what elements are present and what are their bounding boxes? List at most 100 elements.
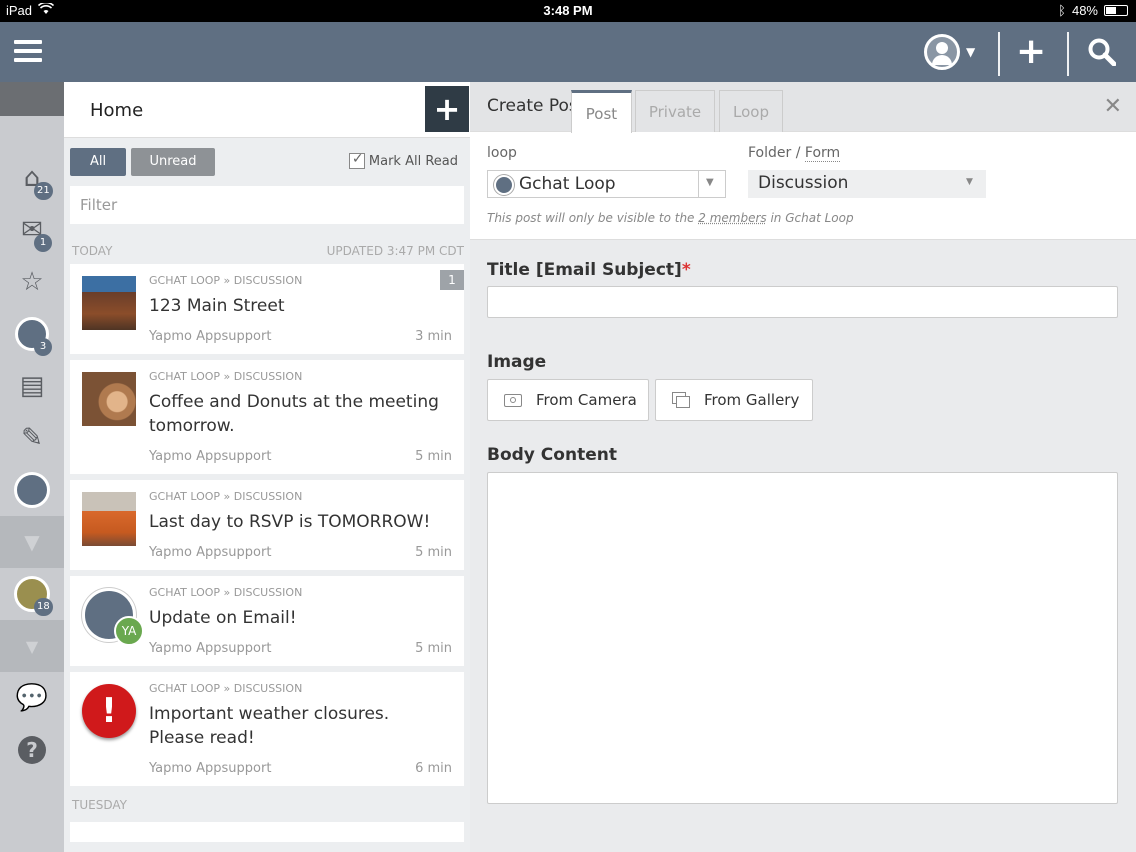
post-meta: GCHAT LOOP » DISCUSSION <box>149 586 303 599</box>
close-icon[interactable]: ✕ <box>1104 94 1122 119</box>
mail-count-badge: 1 <box>34 234 52 252</box>
panel-title: Create Post <box>487 96 571 116</box>
post-title: 123 Main Street <box>149 296 285 316</box>
account-menu-button[interactable]: ▼ <box>924 34 975 70</box>
nav-more[interactable]: ▼ <box>0 620 64 672</box>
loop-count-badge: 3 <box>34 338 52 356</box>
nav-compose[interactable]: ✎ <box>0 412 64 464</box>
chevron-down-icon: ▼ <box>706 177 714 188</box>
nav-help[interactable]: ? <box>0 724 64 776</box>
chevron-down-icon: ▼ <box>25 636 39 656</box>
chart-icon <box>14 472 50 508</box>
from-camera-label: From Camera <box>536 391 637 409</box>
post-meta: GCHAT LOOP » DISCUSSION <box>149 370 303 383</box>
filter-bar: All Unread Mark All Read <box>64 138 470 184</box>
list-item[interactable] <box>70 822 464 842</box>
filter-input[interactable]: Filter <box>70 186 464 224</box>
folder-count-badge: 18 <box>34 598 53 616</box>
add-icon[interactable]: + <box>1016 34 1046 70</box>
tab-loop[interactable]: Loop <box>719 90 783 132</box>
create-post-panel: Create Post Post Private Loop ✕ loop Gch… <box>470 82 1136 852</box>
comment-count-badge: 1 <box>440 270 464 290</box>
post-title: Last day to RSVP is TOMORROW! <box>149 512 431 532</box>
chat-icon: 💬 <box>15 683 49 713</box>
nav-directory[interactable]: ▤ <box>0 360 64 412</box>
post-meta: GCHAT LOOP » DISCUSSION <box>149 682 303 695</box>
chevron-down-icon: ▼ <box>966 177 973 187</box>
nav-chat[interactable]: 💬 <box>0 672 64 724</box>
mark-all-read-label: Mark All Read <box>368 153 458 169</box>
section-label: TODAY <box>72 244 113 258</box>
filter-all-button[interactable]: All <box>70 148 126 176</box>
camera-icon <box>504 393 522 407</box>
nav-folder[interactable]: 18 <box>0 568 64 620</box>
tab-post[interactable]: Post <box>571 90 632 133</box>
post-thumbnail <box>82 492 136 546</box>
list-item[interactable]: ! GCHAT LOOP » DISCUSSION Important weat… <box>70 672 464 786</box>
filter-unread-button[interactable]: Unread <box>131 148 215 176</box>
form-label[interactable]: Form <box>804 145 841 162</box>
list-item[interactable]: GCHAT LOOP » DISCUSSION 123 Main Street … <box>70 264 464 354</box>
checkbox-icon <box>348 151 365 169</box>
search-icon[interactable] <box>1088 38 1117 67</box>
new-post-button[interactable]: + <box>425 86 469 132</box>
post-type-tabs: Create Post Post Private Loop ✕ <box>470 82 1136 133</box>
folder-form-label: Folder / Form <box>748 145 841 162</box>
chevron-down-icon: ▼ <box>966 45 976 59</box>
home-count-badge: 21 <box>34 182 53 200</box>
help-icon: ? <box>18 736 46 764</box>
loop-select[interactable]: Gchat Loop ▼ <box>487 170 726 198</box>
post-time: 5 min <box>415 449 452 464</box>
nav-gchat-loop[interactable]: 3 <box>0 308 64 360</box>
nav-stats[interactable] <box>0 464 64 516</box>
nav-filter[interactable]: ▼ <box>0 516 64 568</box>
image-field-label: Image <box>487 352 547 372</box>
post-author: Yapmo Appsupport <box>149 641 272 656</box>
nav-favorites[interactable]: ☆ <box>0 256 64 308</box>
list-header: Home + <box>64 82 470 138</box>
loop-label: loop <box>487 145 517 161</box>
section-header-today: TODAY UPDATED 3:47 PM CDT <box>64 224 470 264</box>
title-input[interactable] <box>487 286 1118 318</box>
folder-select[interactable]: Discussion ▼ <box>748 170 986 198</box>
status-bar: iPad 3:48 PM ᛒ 48% <box>0 0 1136 22</box>
section-label: TUESDAY <box>72 798 127 812</box>
post-time: 6 min <box>415 761 452 776</box>
list-item[interactable]: GCHAT LOOP » DISCUSSION Last day to RSVP… <box>70 480 464 570</box>
post-title: Important weather closures. Please read! <box>149 704 390 748</box>
post-settings: Create Post Post Private Loop ✕ loop Gch… <box>470 82 1136 240</box>
nav-rail: ⌂ 21 ✉ 1 ☆ 3 ▤ ✎ ▼ 18 ▼ 💬 ? <box>0 82 64 852</box>
directory-icon: ▤ <box>19 371 45 401</box>
post-meta: GCHAT LOOP » DISCUSSION <box>149 490 303 503</box>
nav-messages[interactable]: ✉ 1 <box>0 204 64 256</box>
from-gallery-button[interactable]: From Gallery <box>655 379 813 421</box>
battery-icon <box>1104 5 1128 16</box>
post-author: Yapmo Appsupport <box>149 761 272 776</box>
post-time: 5 min <box>415 545 452 560</box>
hamburger-menu-icon[interactable] <box>14 40 42 64</box>
header-divider <box>998 32 1000 76</box>
clock: 3:48 PM <box>543 3 593 18</box>
mark-all-read-button[interactable]: Mark All Read <box>348 151 458 169</box>
list-item[interactable]: YA GCHAT LOOP » DISCUSSION Update on Ema… <box>70 576 464 666</box>
post-author: Yapmo Appsupport <box>149 545 272 560</box>
app-header: ▼ + <box>0 22 1136 82</box>
folder-label: Folder <box>748 145 792 161</box>
activity-list-panel: Home + All Unread Mark All Read Filter T… <box>64 82 470 852</box>
bluetooth-icon: ᛒ <box>1058 3 1066 18</box>
alert-icon: ! <box>82 684 136 738</box>
loop-logo-icon <box>494 175 514 195</box>
rail-spacer <box>0 82 64 116</box>
body-content-textarea[interactable] <box>487 472 1118 804</box>
members-link[interactable]: 2 members <box>698 211 766 225</box>
user-avatar-icon <box>924 34 960 70</box>
from-camera-button[interactable]: From Camera <box>487 379 649 421</box>
post-author: Yapmo Appsupport <box>149 449 272 464</box>
nav-home[interactable]: ⌂ 21 <box>0 152 64 204</box>
tab-private[interactable]: Private <box>635 90 715 132</box>
post-author: Yapmo Appsupport <box>149 329 272 344</box>
list-item[interactable]: GCHAT LOOP » DISCUSSION Coffee and Donut… <box>70 360 464 474</box>
pencil-icon: ✎ <box>21 423 43 453</box>
battery-percent: 48% <box>1071 3 1098 18</box>
gallery-icon <box>672 392 690 408</box>
